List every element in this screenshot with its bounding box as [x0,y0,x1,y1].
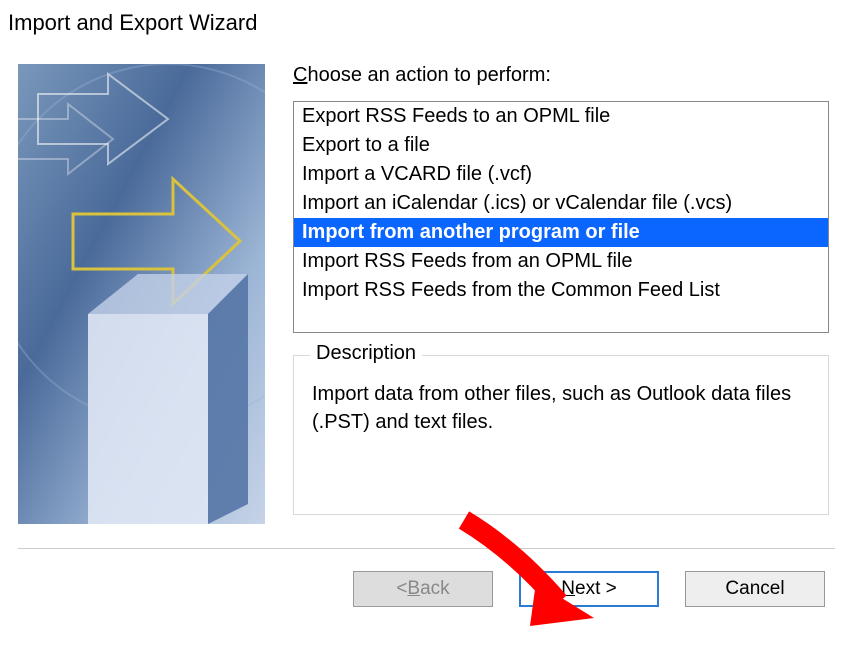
description-legend: Description [310,342,422,365]
action-listbox[interactable]: Export RSS Feeds to an OPML file Export … [293,101,829,333]
wizard-graphic [18,64,265,524]
right-pane: Choose an action to perform: Export RSS … [293,64,835,524]
description-group: Description Import data from other files… [293,355,829,515]
list-item[interactable]: Import RSS Feeds from the Common Feed Li… [294,276,828,305]
back-prefix: < [396,578,407,600]
prompt-mnemonic: C [293,64,307,86]
list-item[interactable]: Export RSS Feeds to an OPML file [294,102,828,131]
description-text: Import data from other files, such as Ou… [312,380,810,436]
dialog-title: Import and Export Wizard [0,0,845,44]
cancel-button[interactable]: Cancel [685,571,825,607]
next-rest: ext > [575,578,617,600]
back-mnemonic: B [407,578,420,600]
action-prompt-label: Choose an action to perform: [293,64,829,87]
next-mnemonic: N [561,578,575,600]
list-item[interactable]: Import RSS Feeds from an OPML file [294,247,828,276]
next-button[interactable]: Next > [519,571,659,607]
button-row: < Back Next > Cancel [0,549,845,607]
list-item[interactable]: Import a VCARD file (.vcf) [294,160,828,189]
list-item[interactable]: Export to a file [294,131,828,160]
content-area: Choose an action to perform: Export RSS … [0,44,845,534]
back-button: < Back [353,571,493,607]
wizard-arrow-icon [18,64,265,524]
back-rest: ack [420,578,450,600]
list-item-selected[interactable]: Import from another program or file [294,218,828,247]
prompt-text: hoose an action to perform: [307,64,550,86]
list-item[interactable]: Import an iCalendar (.ics) or vCalendar … [294,189,828,218]
